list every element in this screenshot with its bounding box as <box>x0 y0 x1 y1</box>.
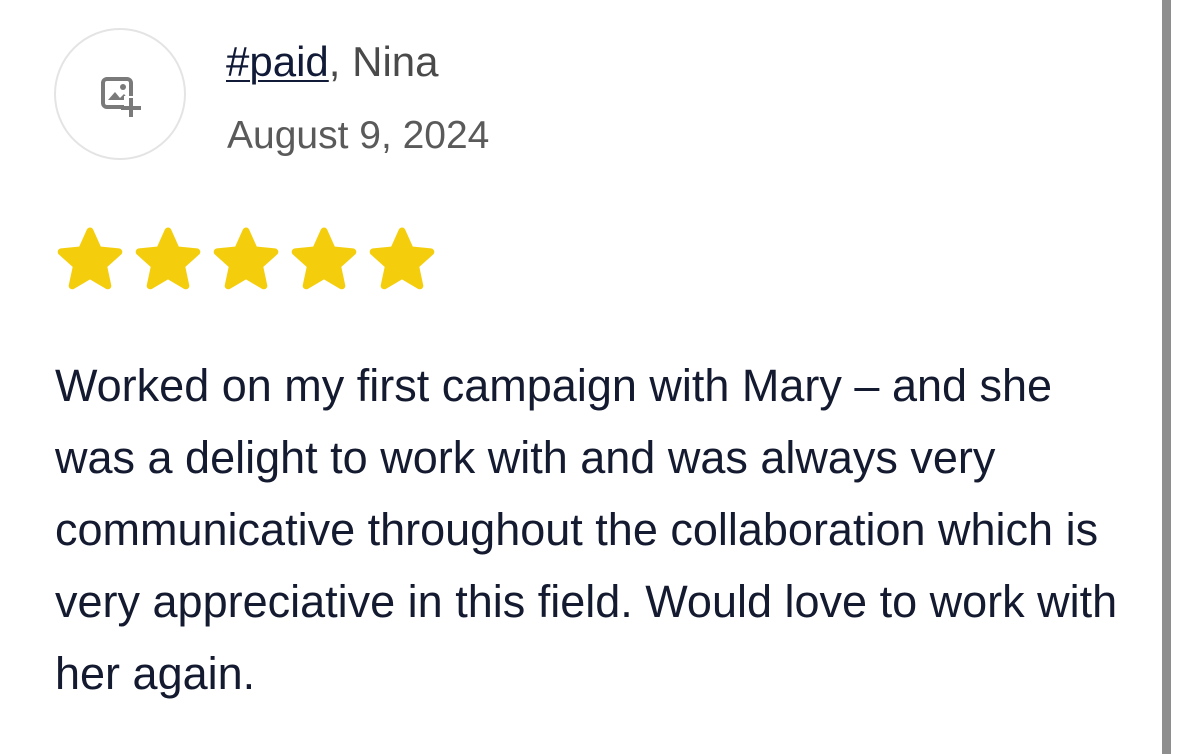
header-separator: , <box>328 38 341 85</box>
add-photo-icon <box>101 77 141 117</box>
star-icon <box>135 227 201 290</box>
right-edge-divider <box>1162 0 1171 754</box>
avatar-placeholder[interactable] <box>54 28 186 160</box>
review-card: #paid, Nina August 9, 2024 Worked on my … <box>0 0 1162 754</box>
review-header: #paid, Nina <box>226 38 439 86</box>
review-date: August 9, 2024 <box>227 114 490 157</box>
paid-tag-link[interactable]: #paid <box>226 38 329 85</box>
star-rating <box>55 226 437 292</box>
reviewer-name: Nina <box>352 38 439 85</box>
star-icon <box>369 227 435 290</box>
review-text: Worked on my first campaign with Mary – … <box>55 360 1118 699</box>
star-icon <box>57 227 123 290</box>
star-icon <box>213 227 279 290</box>
star-icon <box>291 227 357 290</box>
